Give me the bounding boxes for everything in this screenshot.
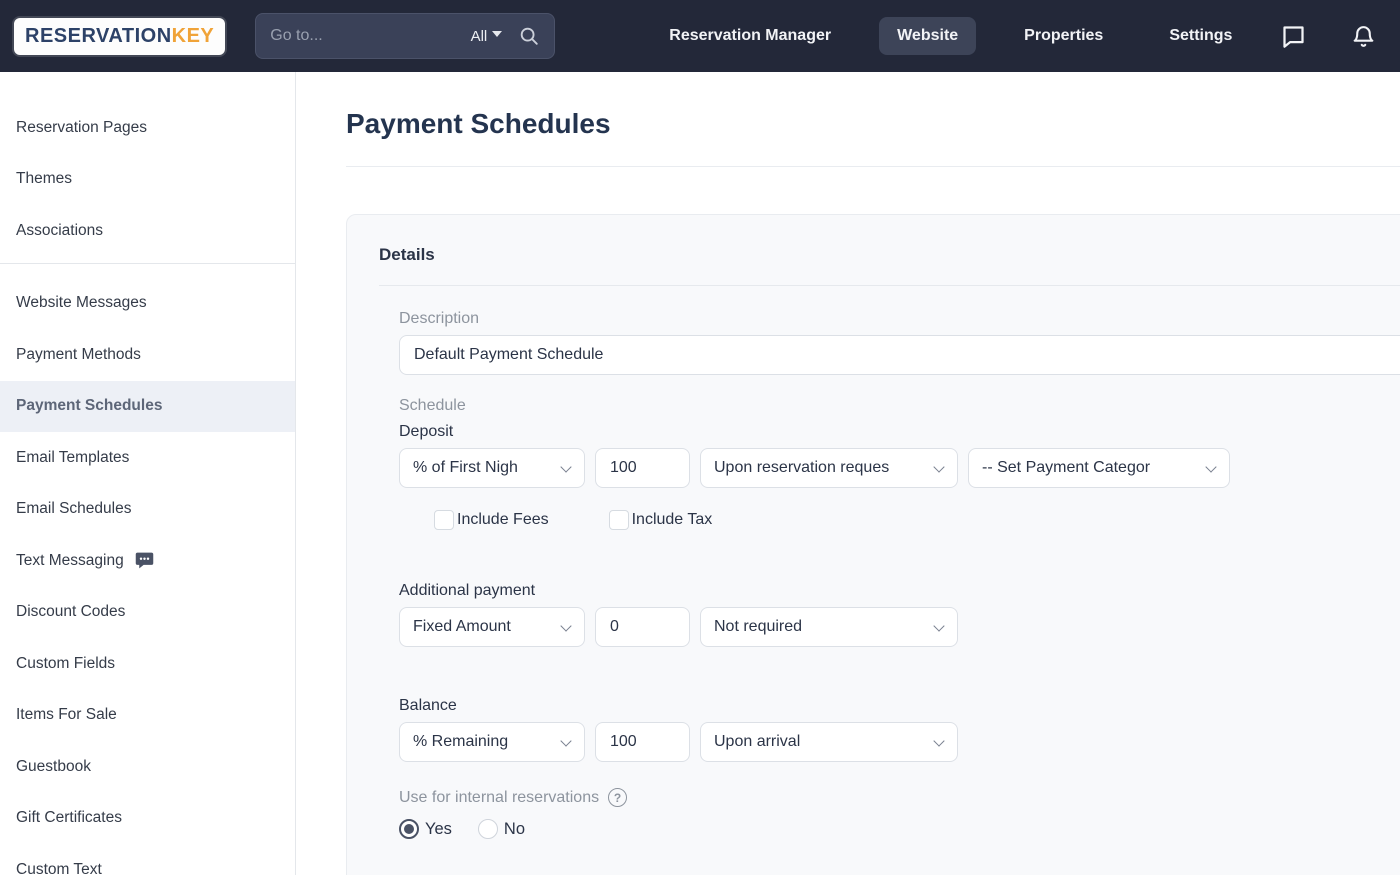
deposit-row: % of First Nigh Upon reservation reques … [399, 448, 1400, 488]
sidebar-item-items-for-sale[interactable]: Items For Sale [0, 690, 295, 742]
internal-yes-label: Yes [425, 820, 452, 839]
chat-bubble-icon [134, 550, 155, 571]
sidebar-item-custom-text[interactable]: Custom Text [0, 844, 295, 896]
deposit-category-value: -- Set Payment Categor [982, 459, 1150, 477]
top-navbar: RESERVATIONKEY Go to... All Reservation … [0, 0, 1400, 72]
messages-icon[interactable] [1280, 23, 1307, 50]
deposit-amount-input[interactable] [595, 448, 690, 488]
chevron-down-icon [1205, 461, 1216, 472]
sidebar-item-text-messaging[interactable]: Text Messaging [0, 535, 295, 587]
additional-payment-label: Additional payment [399, 582, 1400, 600]
sidebar-item-themes[interactable]: Themes [0, 154, 295, 206]
internal-radio-group: Yes No [399, 819, 1400, 839]
details-card: Details Description Schedule Deposit % o… [346, 214, 1400, 875]
include-fees-label: Include Fees [457, 511, 549, 529]
additional-when-select[interactable]: Not required [700, 607, 958, 647]
sidebar-item-gift-certificates[interactable]: Gift Certificates [0, 793, 295, 845]
additional-amount-input[interactable] [595, 607, 690, 647]
nav-reservation-manager[interactable]: Reservation Manager [651, 17, 849, 55]
radio-unselected-icon[interactable] [478, 819, 498, 839]
sidebar-item-discount-codes[interactable]: Discount Codes [0, 587, 295, 639]
notifications-bell-icon[interactable] [1351, 24, 1376, 49]
reservationkey-logo[interactable]: RESERVATIONKEY [14, 18, 225, 55]
search-scope-dropdown[interactable]: All [471, 28, 503, 45]
payment-schedule-form: Description Schedule Deposit % of First … [399, 310, 1400, 839]
global-search-box[interactable]: Go to... All [255, 13, 555, 59]
description-label: Description [399, 310, 1400, 328]
sidebar-item-email-templates[interactable]: Email Templates [0, 432, 295, 484]
card-title: Details [379, 245, 1400, 265]
internal-reservations-label: Use for internal reservations [399, 789, 599, 807]
search-scope-label: All [471, 28, 488, 45]
sidebar-divider [0, 263, 295, 264]
sidebar-item-label: Text Messaging [16, 552, 124, 570]
navbar-icons [1280, 23, 1376, 50]
sidebar-item-payment-methods[interactable]: Payment Methods [0, 329, 295, 381]
nav-properties[interactable]: Properties [1006, 17, 1121, 55]
nav-website[interactable]: Website [879, 17, 976, 55]
settings-sidebar: Reservation Pages Themes Associations We… [0, 72, 296, 875]
chevron-down-icon [933, 620, 944, 631]
chevron-down-icon [933, 735, 944, 746]
internal-no-option[interactable]: No [478, 819, 525, 839]
nav-settings[interactable]: Settings [1151, 17, 1250, 55]
caret-down-icon [492, 31, 502, 37]
additional-type-select[interactable]: Fixed Amount [399, 607, 585, 647]
chevron-down-icon [933, 461, 944, 472]
balance-type-value: % Remaining [413, 733, 508, 751]
deposit-type-value: % of First Nigh [413, 459, 518, 477]
balance-when-select[interactable]: Upon arrival [700, 722, 958, 762]
deposit-label: Deposit [399, 423, 1400, 441]
sidebar-item-payment-schedules[interactable]: Payment Schedules [0, 381, 295, 433]
sidebar-item-website-messages[interactable]: Website Messages [0, 278, 295, 330]
description-input[interactable] [399, 335, 1400, 375]
deposit-checkboxes: Include Fees Include Tax [434, 510, 1400, 530]
deposit-type-select[interactable]: % of First Nigh [399, 448, 585, 488]
chevron-down-icon [560, 620, 571, 631]
balance-type-select[interactable]: % Remaining [399, 722, 585, 762]
sidebar-item-guestbook[interactable]: Guestbook [0, 741, 295, 793]
page-title: Payment Schedules [346, 108, 1400, 140]
internal-reservations-row: Use for internal reservations ? [399, 788, 1400, 807]
balance-row: % Remaining Upon arrival [399, 722, 1400, 762]
deposit-category-select[interactable]: -- Set Payment Categor [968, 448, 1230, 488]
chevron-down-icon [560, 735, 571, 746]
include-tax-label: Include Tax [632, 511, 713, 529]
logo-text-key: KEY [172, 25, 215, 47]
sidebar-item-email-schedules[interactable]: Email Schedules [0, 484, 295, 536]
internal-yes-option[interactable]: Yes [399, 819, 452, 839]
search-input[interactable]: Go to... [270, 27, 470, 45]
radio-selected-icon[interactable] [399, 819, 419, 839]
card-divider [379, 285, 1400, 286]
deposit-when-value: Upon reservation reques [714, 459, 889, 477]
additional-when-value: Not required [714, 618, 802, 636]
additional-payment-row: Fixed Amount Not required [399, 607, 1400, 647]
include-fees-checkbox[interactable] [434, 510, 454, 530]
logo-text-reservation: RESERVATION [25, 25, 172, 47]
chevron-down-icon [560, 461, 571, 472]
title-divider [346, 166, 1400, 167]
balance-when-value: Upon arrival [714, 733, 800, 751]
additional-type-value: Fixed Amount [413, 618, 511, 636]
help-icon[interactable]: ? [608, 788, 627, 807]
balance-label: Balance [399, 697, 1400, 715]
sidebar-item-reservation-pages[interactable]: Reservation Pages [0, 102, 295, 154]
main-content: Payment Schedules Details Description Sc… [297, 72, 1400, 875]
deposit-when-select[interactable]: Upon reservation reques [700, 448, 958, 488]
search-icon[interactable] [518, 25, 540, 47]
sidebar-item-custom-fields[interactable]: Custom Fields [0, 638, 295, 690]
sidebar-item-associations[interactable]: Associations [0, 205, 295, 257]
balance-amount-input[interactable] [595, 722, 690, 762]
primary-nav: Reservation Manager Website Properties S… [651, 17, 1250, 55]
internal-no-label: No [504, 820, 525, 839]
include-tax-checkbox[interactable] [609, 510, 629, 530]
schedule-label: Schedule [399, 397, 1400, 415]
